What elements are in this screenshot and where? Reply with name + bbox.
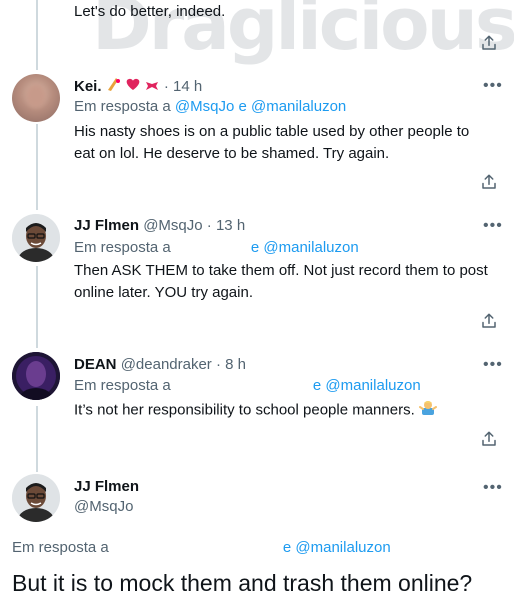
display-name[interactable]: JJ Flmen bbox=[74, 478, 139, 495]
mention-link[interactable]: e @manilaluzon bbox=[238, 98, 346, 115]
tweet-text: His nasty shoes is on a public table use… bbox=[74, 123, 470, 162]
emoji-icon bbox=[106, 76, 160, 98]
mention-link[interactable]: @MsqJo bbox=[175, 98, 234, 115]
reply-context: Em resposta a e @manilaluzon bbox=[74, 239, 359, 256]
timestamp[interactable]: 14 h bbox=[173, 78, 202, 95]
more-options-icon[interactable]: ••• bbox=[483, 78, 503, 94]
thread-line bbox=[36, 406, 38, 472]
thread-line bbox=[36, 0, 38, 70]
main-tweet-handle: @MsqJo bbox=[74, 497, 133, 517]
tweet-header: Kei. · 14 h bbox=[74, 76, 202, 98]
person-shrugging-emoji-icon bbox=[418, 398, 437, 423]
display-name[interactable]: Kei. bbox=[74, 78, 102, 95]
tweet-header: DEAN @deandraker · 8 h bbox=[74, 356, 247, 373]
display-name[interactable]: JJ Flmen bbox=[74, 217, 139, 234]
share-icon[interactable] bbox=[480, 312, 498, 330]
tweet-body: It’s not her responsibility to school pe… bbox=[74, 398, 437, 423]
user-handle[interactable]: @MsqJo bbox=[74, 498, 133, 515]
more-options-icon[interactable]: ••• bbox=[483, 357, 503, 373]
reply-context: Em resposta a @MsqJo e @manilaluzon bbox=[74, 98, 347, 115]
mention-link[interactable]: e @manilaluzon bbox=[251, 239, 359, 256]
tweet-text: Then ASK THEM to take them off. Not just… bbox=[74, 262, 488, 301]
timestamp[interactable]: 8 h bbox=[225, 356, 246, 373]
mention-link[interactable]: e @manilaluzon bbox=[283, 539, 391, 556]
timestamp[interactable]: 13 h bbox=[216, 217, 245, 234]
tweet-text: Let's do better, indeed. bbox=[74, 3, 226, 20]
user-handle[interactable]: @deandraker bbox=[121, 356, 212, 373]
avatar[interactable] bbox=[12, 474, 60, 522]
share-icon[interactable] bbox=[480, 430, 498, 448]
reply-context: Em resposta a e @manilaluzon bbox=[12, 539, 391, 556]
more-options-icon[interactable]: ••• bbox=[483, 480, 503, 496]
display-name[interactable]: DEAN bbox=[74, 356, 117, 373]
tweet-header: JJ Flmen @MsqJo · 13 h bbox=[74, 217, 246, 234]
user-handle[interactable]: @MsqJo bbox=[143, 217, 202, 234]
mention-link[interactable]: e @manilaluzon bbox=[313, 377, 421, 394]
reply-context: Em resposta a e @manilaluzon bbox=[74, 377, 421, 394]
main-tweet-name: JJ Flmen bbox=[74, 477, 139, 497]
thread-line bbox=[36, 266, 38, 348]
share-icon[interactable] bbox=[480, 173, 498, 191]
avatar[interactable] bbox=[12, 74, 60, 122]
tweet-text: It’s not her responsibility to school pe… bbox=[74, 401, 415, 419]
thread-line bbox=[36, 124, 38, 210]
main-tweet-text: But it is to mock them and trash them on… bbox=[12, 570, 473, 596]
avatar[interactable] bbox=[12, 352, 60, 400]
avatar[interactable] bbox=[12, 214, 60, 262]
more-options-icon[interactable]: ••• bbox=[483, 218, 503, 234]
share-icon[interactable] bbox=[480, 34, 498, 52]
